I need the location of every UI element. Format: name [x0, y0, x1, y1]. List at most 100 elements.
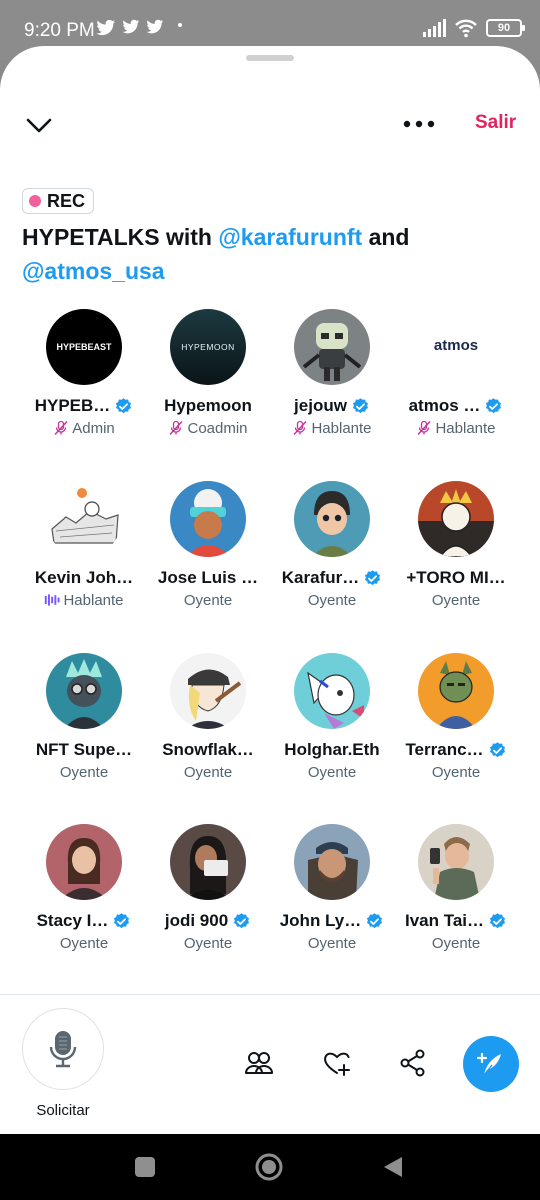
participant[interactable]: Snowflak… Oyente	[146, 653, 270, 782]
participant-role: Admin	[72, 419, 115, 437]
back-icon[interactable]	[380, 1154, 406, 1180]
avatar	[170, 481, 246, 557]
participant-name: Kevin Joh…	[34, 568, 134, 587]
more-options-icon[interactable]	[401, 112, 437, 136]
participant-name: +TORO MI…	[406, 568, 506, 587]
avatar-image	[46, 653, 122, 729]
participant[interactable]: Ivan Tai… Oyente	[394, 824, 518, 953]
avatar-image	[418, 481, 494, 557]
bottom-divider	[0, 994, 540, 995]
people-icon[interactable]	[244, 1048, 274, 1078]
avatar	[170, 824, 246, 900]
verified-badge-icon	[114, 912, 130, 928]
avatar-logo-text: HYPEMOON	[181, 342, 235, 352]
battery-indicator: 90	[486, 19, 525, 37]
mic-off-icon	[293, 420, 307, 435]
collapse-chevron-icon[interactable]	[24, 110, 54, 140]
avatar-image	[418, 824, 494, 900]
participant[interactable]: +TORO MI… Oyente	[394, 481, 518, 610]
avatar-image	[170, 824, 246, 900]
notification-dot	[178, 23, 182, 27]
participant[interactable]: Terranc… Oyente	[394, 653, 518, 782]
participant-name: Jose Luis …	[157, 568, 259, 587]
participant[interactable]: jejouw Hablante	[270, 309, 394, 438]
avatar	[418, 481, 494, 557]
participant[interactable]: John Ly… Oyente	[270, 824, 394, 953]
notification-icons	[96, 19, 164, 37]
participant[interactable]: Karafur… Oyente	[270, 481, 394, 610]
avatar	[294, 653, 370, 729]
participant[interactable]: atmos atmos … Hablante	[394, 309, 518, 438]
status-time: 9:20 PM	[24, 20, 95, 41]
feather-plus-icon	[476, 1052, 501, 1076]
avatar-image: HYPEBEAST	[46, 309, 122, 385]
system-nav-bar	[0, 1134, 540, 1200]
avatar-image	[418, 653, 494, 729]
participant-name: Ivan Tai…	[404, 911, 485, 930]
participant[interactable]: NFT Supe… Oyente	[22, 653, 146, 782]
avatar-image: HYPEMOON	[170, 309, 246, 385]
participant-role: Oyente	[307, 934, 357, 952]
participant-role: Oyente	[183, 591, 233, 609]
host-link-karafurunft[interactable]: @karafurunft	[218, 224, 362, 250]
avatar	[46, 481, 122, 557]
verified-badge-icon	[489, 741, 505, 757]
participant-role: Hablante	[435, 419, 496, 437]
avatar-logo-text: atmos	[434, 337, 478, 354]
participant-name: NFT Supe…	[35, 740, 133, 759]
recents-icon[interactable]	[132, 1154, 158, 1180]
space-title: HYPETALKS with @karafurunft and @atmos_u…	[22, 220, 522, 288]
participant[interactable]: Stacy I… Oyente	[22, 824, 146, 953]
space-sheet: Salir REC HYPETALKS with @karafurunft an…	[0, 46, 540, 1134]
home-icon[interactable]	[254, 1152, 284, 1182]
participant-role: Coadmin	[187, 419, 248, 437]
twitter-icon	[122, 19, 140, 34]
compose-tweet-button[interactable]	[463, 1036, 519, 1092]
rec-dot-icon	[29, 195, 41, 207]
drag-handle[interactable]	[246, 55, 294, 61]
participant[interactable]: Holghar.Eth Oyente	[270, 653, 394, 782]
avatar	[418, 824, 494, 900]
participant-name: Terranc…	[405, 740, 484, 759]
avatar-image	[170, 481, 246, 557]
participant-role: Oyente	[59, 934, 109, 952]
participant-role: Oyente	[431, 763, 481, 781]
mic-off-icon	[54, 420, 68, 435]
verified-badge-icon	[486, 397, 502, 413]
participant[interactable]: Kevin Joh… Hablante	[22, 481, 146, 610]
participant-name: jodi 900	[164, 911, 229, 930]
participant-role: Oyente	[59, 763, 109, 781]
participant-name: John Ly…	[279, 911, 362, 930]
avatar-image	[294, 824, 370, 900]
heart-plus-icon[interactable]	[322, 1048, 352, 1078]
participant-name: Karafur…	[281, 568, 360, 587]
exit-button[interactable]: Salir	[475, 112, 516, 134]
mic-off-icon	[417, 420, 431, 435]
participant[interactable]: jodi 900 Oyente	[146, 824, 270, 953]
twitter-icon	[146, 19, 164, 34]
participant[interactable]: HYPEMOON Hypemoon Coadmin	[146, 309, 270, 438]
verified-badge-icon	[489, 912, 506, 928]
participant-role: Hablante	[63, 591, 124, 609]
rec-label: REC	[47, 190, 86, 211]
avatar-image	[294, 653, 370, 729]
avatar	[294, 309, 370, 385]
request-mic-button[interactable]	[22, 1008, 104, 1090]
avatar-logo-text: HYPEBEAST	[56, 342, 112, 352]
participant-name: Holghar.Eth	[284, 740, 380, 759]
title-and: and	[362, 224, 410, 250]
signal-icon	[423, 19, 446, 37]
host-link-atmos[interactable]: @atmos_usa	[22, 258, 165, 284]
verified-badge-icon	[352, 397, 368, 413]
mic-off-icon	[169, 420, 183, 435]
participant[interactable]: HYPEBEAST HYPEB… Admin	[22, 309, 146, 438]
avatar	[170, 653, 246, 729]
twitter-icon	[96, 19, 116, 36]
participant[interactable]: Jose Luis … Oyente	[146, 481, 270, 610]
participant-role: Oyente	[307, 591, 357, 609]
avatar	[294, 481, 370, 557]
avatar	[46, 653, 122, 729]
avatar	[294, 824, 370, 900]
rec-badge: REC	[22, 188, 95, 214]
share-icon[interactable]	[398, 1048, 428, 1078]
